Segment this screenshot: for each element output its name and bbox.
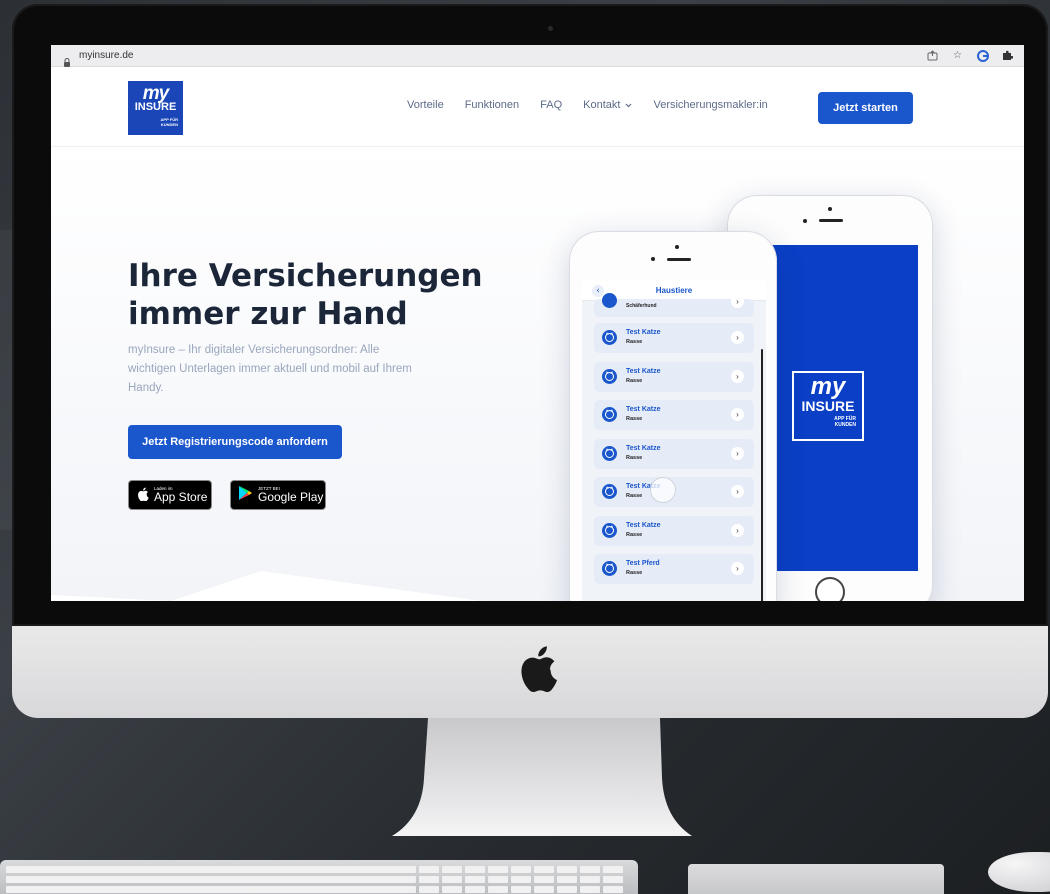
nav-item-faq[interactable]: FAQ <box>540 99 562 111</box>
request-code-button[interactable]: Jetzt Registrierungscode anfordern <box>128 425 342 459</box>
hero-title: Ihre Versicherungen immer zur Hand <box>128 257 488 333</box>
pet-breed: Rasse <box>626 570 643 576</box>
list-item[interactable]: Test Katze Rasse › <box>594 400 754 430</box>
phone-speaker <box>667 258 691 261</box>
pet-name: Test Katze <box>626 521 661 529</box>
keyboard-row <box>6 866 623 873</box>
pet-row-sub: Schäferhund <box>626 303 657 309</box>
list-item[interactable]: Test Katze Rasse › <box>594 438 754 469</box>
hero-title-line2: immer zur Hand <box>128 296 408 332</box>
cat-icon <box>602 484 617 499</box>
googleplay-big-text: Google Play <box>258 490 324 504</box>
chevron-down-icon <box>625 101 632 110</box>
pet-name: Test Katze <box>626 367 661 375</box>
chevron-right-icon: › <box>731 523 744 537</box>
phone-camera <box>828 207 832 211</box>
pet-breed: Rasse <box>626 339 643 345</box>
pet-breed: Rasse <box>626 454 643 461</box>
keyboard-row <box>6 876 623 883</box>
splash-logo-my: my <box>810 373 846 400</box>
site-navbar: my INSURE APP FÜR KUNDEN Vorteile Funkti… <box>51 67 1024 147</box>
app-store-badge[interactable]: Laden im App Store <box>128 480 212 510</box>
pet-breed: Rasse <box>626 377 643 384</box>
chevron-right-icon: › <box>731 295 744 308</box>
nav-item-funktionen[interactable]: Funktionen <box>465 99 519 111</box>
phone-speaker <box>819 219 843 222</box>
nav-links: Vorteile Funktionen FAQ Kontakt Versiche… <box>407 99 789 111</box>
logo-text-insure: INSURE <box>134 101 177 113</box>
hero-title-line1: Ihre Versicherungen <box>128 258 483 294</box>
pet-name: Test Pferd <box>626 560 660 567</box>
apple-icon <box>137 486 149 505</box>
puzzle-icon[interactable] <box>1001 49 1014 62</box>
list-item[interactable]: Schäferhund › <box>594 293 754 317</box>
keyboard-row <box>6 886 623 893</box>
apple-logo-icon <box>518 644 558 692</box>
list-item[interactable]: Test Katze Rasse › <box>594 361 754 392</box>
keyboard <box>0 860 638 894</box>
phone-sensor <box>803 219 807 223</box>
background-shelf <box>0 230 12 530</box>
splash-tag-line2: KUNDEN <box>834 422 856 428</box>
chevron-right-icon: › <box>731 331 744 344</box>
browser-address-bar[interactable]: myinsure.de ☆ <box>51 45 1024 67</box>
app-screen: ‹ Haustiere Schäferhund › Test Katze Rass… <box>582 281 766 601</box>
appstore-big-text: App Store <box>154 490 208 504</box>
url-text[interactable]: myinsure.de <box>79 50 133 61</box>
splash-logo: my INSURE APP FÜR KUNDEN <box>792 371 864 441</box>
list-item[interactable]: Test Katze Rasse › <box>594 323 754 353</box>
extension-g-icon[interactable] <box>976 49 989 62</box>
list-item[interactable]: Test Pferd Rasse › <box>594 554 754 584</box>
lock-icon <box>63 52 71 67</box>
nav-item-vorteile[interactable]: Vorteile <box>407 99 444 111</box>
splash-logo-insure: INSURE <box>801 398 855 414</box>
pet-name: Test Katze <box>626 444 661 452</box>
pet-breed: Rasse <box>626 493 643 499</box>
pet-name: Test Katze <box>626 329 661 336</box>
logo-tagline: APP FÜR KUNDEN <box>161 117 178 127</box>
pet-icon <box>602 293 617 308</box>
splash-logo-tag: APP FÜR KUNDEN <box>794 416 856 428</box>
nav-item-kontakt[interactable]: Kontakt <box>583 99 632 111</box>
nav-item-kontakt-label: Kontakt <box>583 99 621 111</box>
chevron-right-icon: › <box>731 562 744 575</box>
jetzt-starten-button[interactable]: Jetzt starten <box>818 92 913 124</box>
chevron-right-icon: › <box>731 369 744 383</box>
chevron-right-icon: › <box>731 446 744 460</box>
cat-icon <box>602 368 617 384</box>
hero-section: Ihre Versicherungen immer zur Hand myIns… <box>51 147 1024 601</box>
list-item[interactable]: Test Katze Rasse › <box>594 515 754 546</box>
imac-stand <box>392 718 692 836</box>
pet-name: Test Katze <box>626 406 661 413</box>
chevron-right-icon: › <box>731 408 744 421</box>
trackpad <box>688 864 944 894</box>
pet-breed: Rasse <box>626 416 643 422</box>
scrollbar[interactable] <box>761 349 763 601</box>
star-icon[interactable]: ☆ <box>951 49 964 62</box>
nav-item-versicherungsmakler[interactable]: Versicherungsmakler:in <box>653 99 767 111</box>
touch-indicator <box>650 477 676 503</box>
hero-subtitle: myInsure – Ihr digitaler Versicherungsor… <box>128 344 412 394</box>
camera <box>548 26 553 31</box>
cat-icon <box>602 330 617 345</box>
google-play-icon <box>238 485 253 505</box>
phone-sensor <box>651 257 655 261</box>
phone-front: ‹ Haustiere Schäferhund › Test Katze Rass… <box>569 231 777 601</box>
phone-home-button <box>815 577 845 601</box>
share-icon[interactable] <box>926 49 939 62</box>
logo-tag-line2: KUNDEN <box>160 122 178 127</box>
google-play-badge[interactable]: JETZT BEI Google Play <box>230 480 326 510</box>
browser-screen: myinsure.de ☆ my INSURE APP FÜR KUNDEN V… <box>51 45 1024 601</box>
cat-icon <box>602 445 617 461</box>
horse-icon <box>602 561 617 576</box>
cat-icon <box>602 407 617 422</box>
pet-breed: Rasse <box>626 531 643 538</box>
cat-icon <box>602 522 617 538</box>
phone-camera <box>675 245 679 249</box>
chevron-right-icon: › <box>731 485 744 498</box>
myinsure-logo[interactable]: my INSURE APP FÜR KUNDEN <box>128 81 183 135</box>
